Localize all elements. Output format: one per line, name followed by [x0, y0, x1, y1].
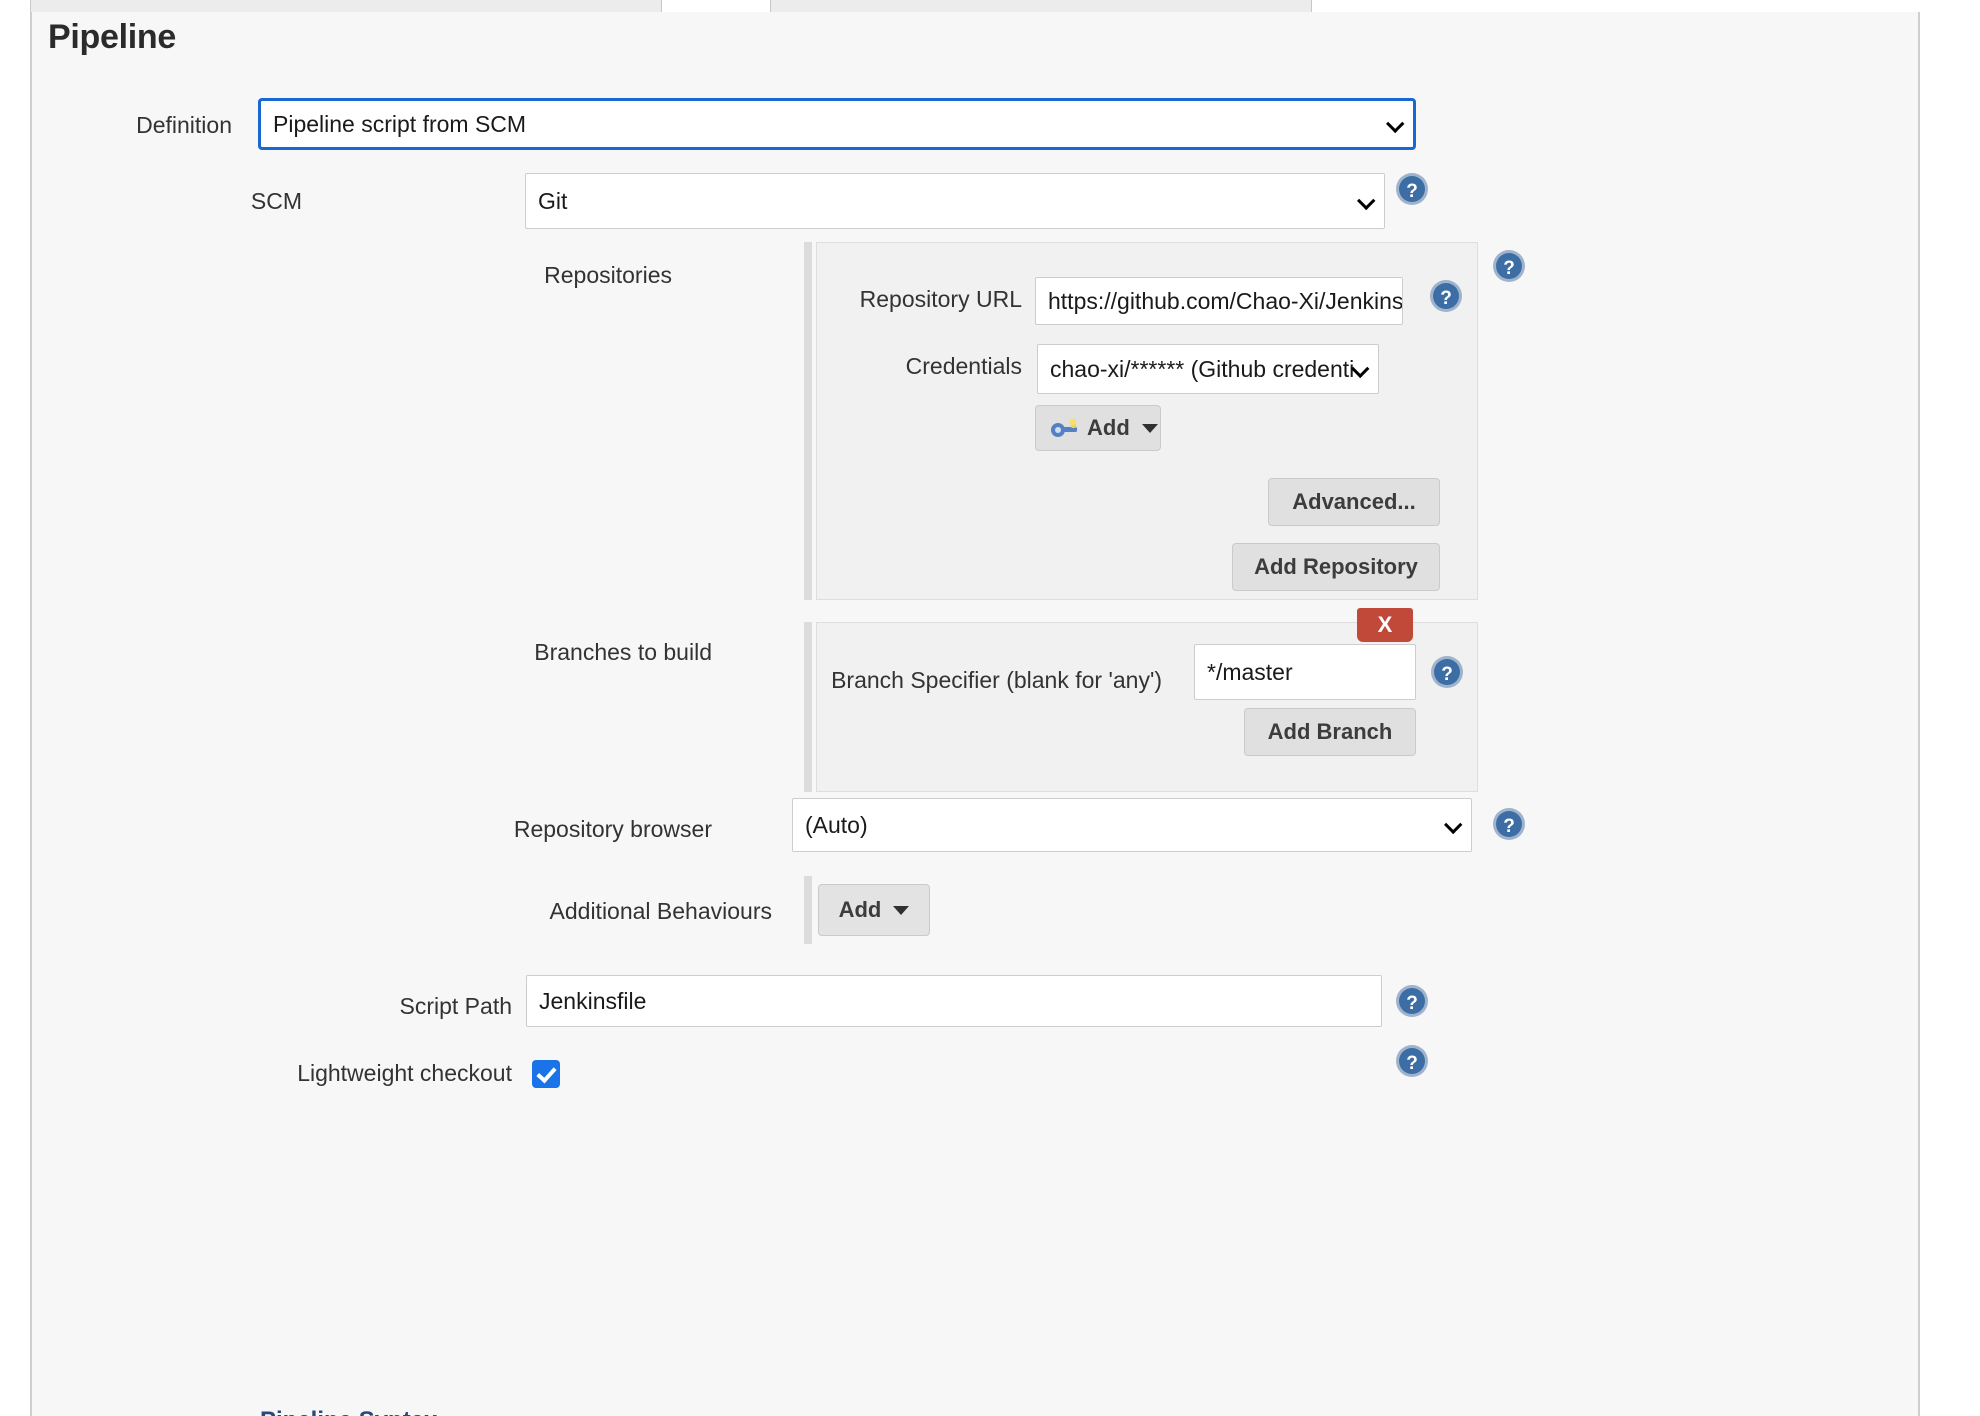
branches-to-build-label: Branches to build [534, 639, 712, 665]
help-icon[interactable]: ? [1395, 1044, 1429, 1078]
svg-text:?: ? [1440, 288, 1452, 309]
svg-text:?: ? [1406, 1053, 1418, 1074]
scm-select-value: Git [538, 187, 568, 214]
caret-down-icon [893, 905, 910, 915]
branches-accent-bar [804, 622, 812, 792]
tab-strip [0, 0, 1980, 15]
add-branch-button[interactable]: Add Branch [1244, 708, 1416, 756]
branch-specifier-input[interactable]: */master [1194, 644, 1416, 700]
credentials-select-value: chao-xi/****** (Github credenti [1050, 355, 1355, 382]
help-icon[interactable]: ? [1430, 655, 1464, 689]
jenkins-pipeline-config-screen: Pipeline Definition Pipeline script from… [0, 0, 1980, 1416]
pipeline-syntax-link[interactable]: Pipeline Syntax [260, 1407, 437, 1416]
svg-text:?: ? [1503, 258, 1515, 279]
chevron-down-icon [1359, 197, 1373, 206]
branch-specifier-label: Branch Specifier (blank for 'any') [831, 667, 1162, 693]
chevron-down-icon [1388, 120, 1402, 129]
svg-text:?: ? [1406, 181, 1418, 202]
definition-select-value: Pipeline script from SCM [273, 110, 527, 137]
add-branch-button-label: Add Branch [1267, 719, 1393, 744]
repository-browser-label: Repository browser [513, 816, 712, 842]
definition-label: Definition [136, 112, 232, 138]
repository-url-value: https://github.com/Chao-Xi/Jenkinslib [1048, 287, 1403, 314]
delete-branch-button[interactable]: X [1357, 608, 1413, 642]
add-credentials-label: Add [1087, 415, 1130, 440]
chevron-down-icon [1353, 365, 1367, 374]
help-icon[interactable]: ? [1395, 172, 1429, 206]
additional-behaviours-label: Additional Behaviours [549, 898, 772, 924]
help-icon[interactable]: ? [1395, 984, 1429, 1018]
help-icon[interactable]: ? [1492, 249, 1526, 283]
scm-label: SCM [250, 188, 302, 214]
lightweight-checkout-checkbox[interactable] [532, 1060, 560, 1088]
definition-select[interactable]: Pipeline script from SCM [258, 98, 1416, 150]
credentials-label: Credentials [905, 353, 1022, 379]
add-repository-button-label: Add Repository [1254, 554, 1418, 579]
caret-down-icon [1141, 423, 1158, 433]
add-credentials-button[interactable]: Add [1035, 405, 1161, 451]
chevron-down-icon [1446, 821, 1460, 830]
script-path-value: Jenkinsfile [539, 987, 647, 1014]
scm-select[interactable]: Git [525, 173, 1385, 229]
add-behaviour-label: Add [838, 897, 882, 922]
add-behaviour-button[interactable]: Add [818, 884, 930, 936]
repository-url-input[interactable]: https://github.com/Chao-Xi/Jenkinslib [1035, 277, 1403, 325]
repository-url-label: Repository URL [859, 286, 1022, 312]
svg-text:?: ? [1503, 816, 1515, 837]
advanced-button-label: Advanced... [1292, 489, 1416, 514]
help-icon[interactable]: ? [1492, 807, 1526, 841]
repository-browser-value: (Auto) [805, 811, 868, 838]
add-repository-button[interactable]: Add Repository [1232, 543, 1440, 591]
branch-specifier-value: */master [1207, 658, 1293, 685]
help-icon[interactable]: ? [1429, 279, 1463, 313]
credentials-select[interactable]: chao-xi/****** (Github credenti [1037, 344, 1379, 394]
lightweight-checkout-label: Lightweight checkout [297, 1060, 512, 1086]
key-icon [1050, 417, 1080, 439]
svg-text:?: ? [1441, 664, 1453, 685]
repositories-label: Repositories [544, 262, 672, 288]
script-path-input[interactable]: Jenkinsfile [526, 975, 1382, 1027]
repository-browser-select[interactable]: (Auto) [792, 798, 1472, 852]
page-title: Pipeline [48, 18, 176, 56]
script-path-label: Script Path [399, 993, 513, 1019]
additional-behaviours-accent-bar [804, 876, 812, 944]
pipeline-config-panel: Pipeline Definition Pipeline script from… [30, 12, 1920, 1416]
advanced-button[interactable]: Advanced... [1268, 478, 1440, 526]
svg-text:?: ? [1406, 993, 1418, 1014]
